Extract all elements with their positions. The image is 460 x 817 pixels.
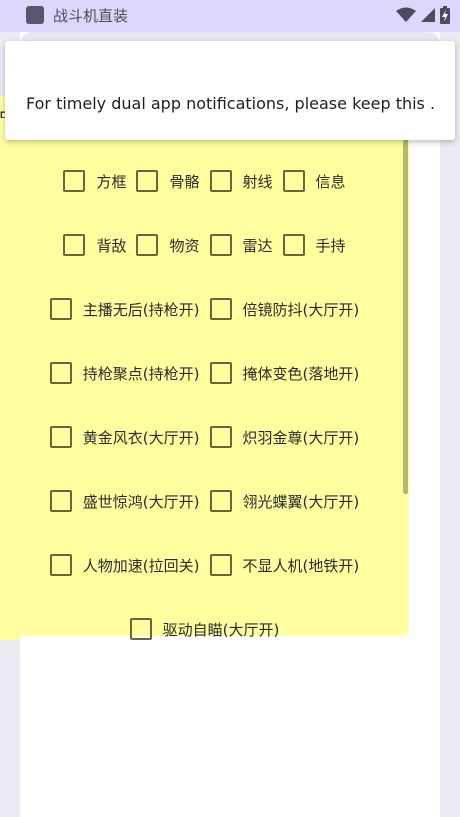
status-bar: 战斗机直装 <box>0 0 460 32</box>
app-notification-icon <box>26 6 44 24</box>
option-label: 持枪聚点(持枪开) <box>82 364 200 383</box>
system-icons <box>396 6 450 24</box>
option-label: 方框 <box>96 172 127 191</box>
checkbox[interactable] <box>49 490 72 512</box>
checkbox[interactable] <box>63 170 86 192</box>
menu-row: 人物加速(拉回关) 不显人机(地铁开) <box>0 545 409 585</box>
option-label: 不显人机(地铁开) <box>242 556 360 575</box>
menu-row: 持枪聚点(持枪开) 掩体变色(落地开) <box>0 353 409 393</box>
option-leida[interactable]: 雷达 <box>209 234 273 256</box>
option-focus-spread[interactable]: 持枪聚点(持枪开) <box>49 362 200 384</box>
option-scope-stabilize[interactable]: 倍镜防抖(大厅开) <box>209 298 360 320</box>
menu-scrollbar[interactable] <box>403 138 408 494</box>
option-label: 手持 <box>315 236 346 255</box>
option-cover-color[interactable]: 掩体变色(落地开) <box>209 362 360 384</box>
option-shexian[interactable]: 射线 <box>209 170 273 192</box>
option-label: 翎光蝶翼(大厅开) <box>242 492 360 511</box>
option-label: 骨骼 <box>169 172 200 191</box>
cell-signal-icon <box>421 8 435 22</box>
cheat-menu-panel: 方框 骨骼 射线 信息 背敌 物资 雷达 手持 主播无后(持枪开) 倍镜防抖(大… <box>0 118 409 640</box>
menu-row: 盛世惊鸿(大厅开) 翎光蝶翼(大厅开) <box>0 481 409 521</box>
checkbox[interactable] <box>282 234 305 256</box>
option-auto-aim[interactable]: 驱动自瞄(大厅开) <box>129 618 280 640</box>
option-no-recoil[interactable]: 主播无后(持枪开) <box>49 298 200 320</box>
checkbox[interactable] <box>49 426 72 448</box>
wifi-icon <box>396 7 416 22</box>
option-label: 背敌 <box>96 236 127 255</box>
checkbox[interactable] <box>209 554 232 576</box>
option-label: 雷达 <box>242 236 273 255</box>
option-fangkuang[interactable]: 方框 <box>63 170 126 192</box>
notification-text: For timely dual app notifications, pleas… <box>26 94 436 113</box>
option-label: 倍镜防抖(大厅开) <box>242 300 360 319</box>
menu-row: 黄金风衣(大厅开) 炽羽金尊(大厅开) <box>0 417 409 457</box>
menu-row: 主播无后(持枪开) 倍镜防抖(大厅开) <box>0 289 409 329</box>
option-label: 射线 <box>242 172 273 191</box>
option-label: 物资 <box>169 236 200 255</box>
option-label: 主播无后(持枪开) <box>82 300 200 319</box>
option-shouchi[interactable]: 手持 <box>282 234 346 256</box>
notification-toast[interactable]: For timely dual app notifications, pleas… <box>5 41 455 140</box>
option-wuzi[interactable]: 物资 <box>136 234 200 256</box>
option-label: 盛世惊鸿(大厅开) <box>82 492 200 511</box>
checkbox[interactable] <box>49 554 72 576</box>
option-shengshi-skin[interactable]: 盛世惊鸿(大厅开) <box>49 490 200 512</box>
checkbox[interactable] <box>49 298 72 320</box>
option-label: 炽羽金尊(大厅开) <box>242 428 360 447</box>
option-butterfly-wings[interactable]: 翎光蝶翼(大厅开) <box>209 490 360 512</box>
checkbox[interactable] <box>209 490 232 512</box>
menu-row: 驱动自瞄(大厅开) <box>0 609 409 649</box>
checkbox[interactable] <box>209 170 232 192</box>
checkbox[interactable] <box>49 362 72 384</box>
option-label: 人物加速(拉回关) <box>82 556 200 575</box>
option-golden-coat[interactable]: 黄金风衣(大厅开) <box>49 426 200 448</box>
menu-row: 背敌 物资 雷达 手持 <box>0 225 409 265</box>
status-app-title: 战斗机直装 <box>53 7 129 25</box>
menu-row: 方框 骨骼 射线 信息 <box>0 161 409 201</box>
checkbox[interactable] <box>209 426 232 448</box>
checkbox[interactable] <box>282 170 305 192</box>
option-label: 黄金风衣(大厅开) <box>82 428 200 447</box>
option-label: 驱动自瞄(大厅开) <box>162 620 280 639</box>
checkbox[interactable] <box>209 298 232 320</box>
checkbox[interactable] <box>209 362 232 384</box>
checkbox[interactable] <box>63 234 86 256</box>
checkbox[interactable] <box>136 234 159 256</box>
option-guge[interactable]: 骨骼 <box>136 170 200 192</box>
option-label: 信息 <box>315 172 346 191</box>
checkbox[interactable] <box>136 170 159 192</box>
option-label: 掩体变色(落地开) <box>242 364 360 383</box>
checkbox[interactable] <box>209 234 232 256</box>
option-xinxi[interactable]: 信息 <box>282 170 346 192</box>
option-hide-bots[interactable]: 不显人机(地铁开) <box>209 554 360 576</box>
option-speed-up[interactable]: 人物加速(拉回关) <box>49 554 200 576</box>
checkbox[interactable] <box>129 618 152 640</box>
option-feather-skin[interactable]: 炽羽金尊(大厅开) <box>209 426 360 448</box>
battery-icon <box>440 6 450 24</box>
option-beidi[interactable]: 背敌 <box>63 234 126 256</box>
